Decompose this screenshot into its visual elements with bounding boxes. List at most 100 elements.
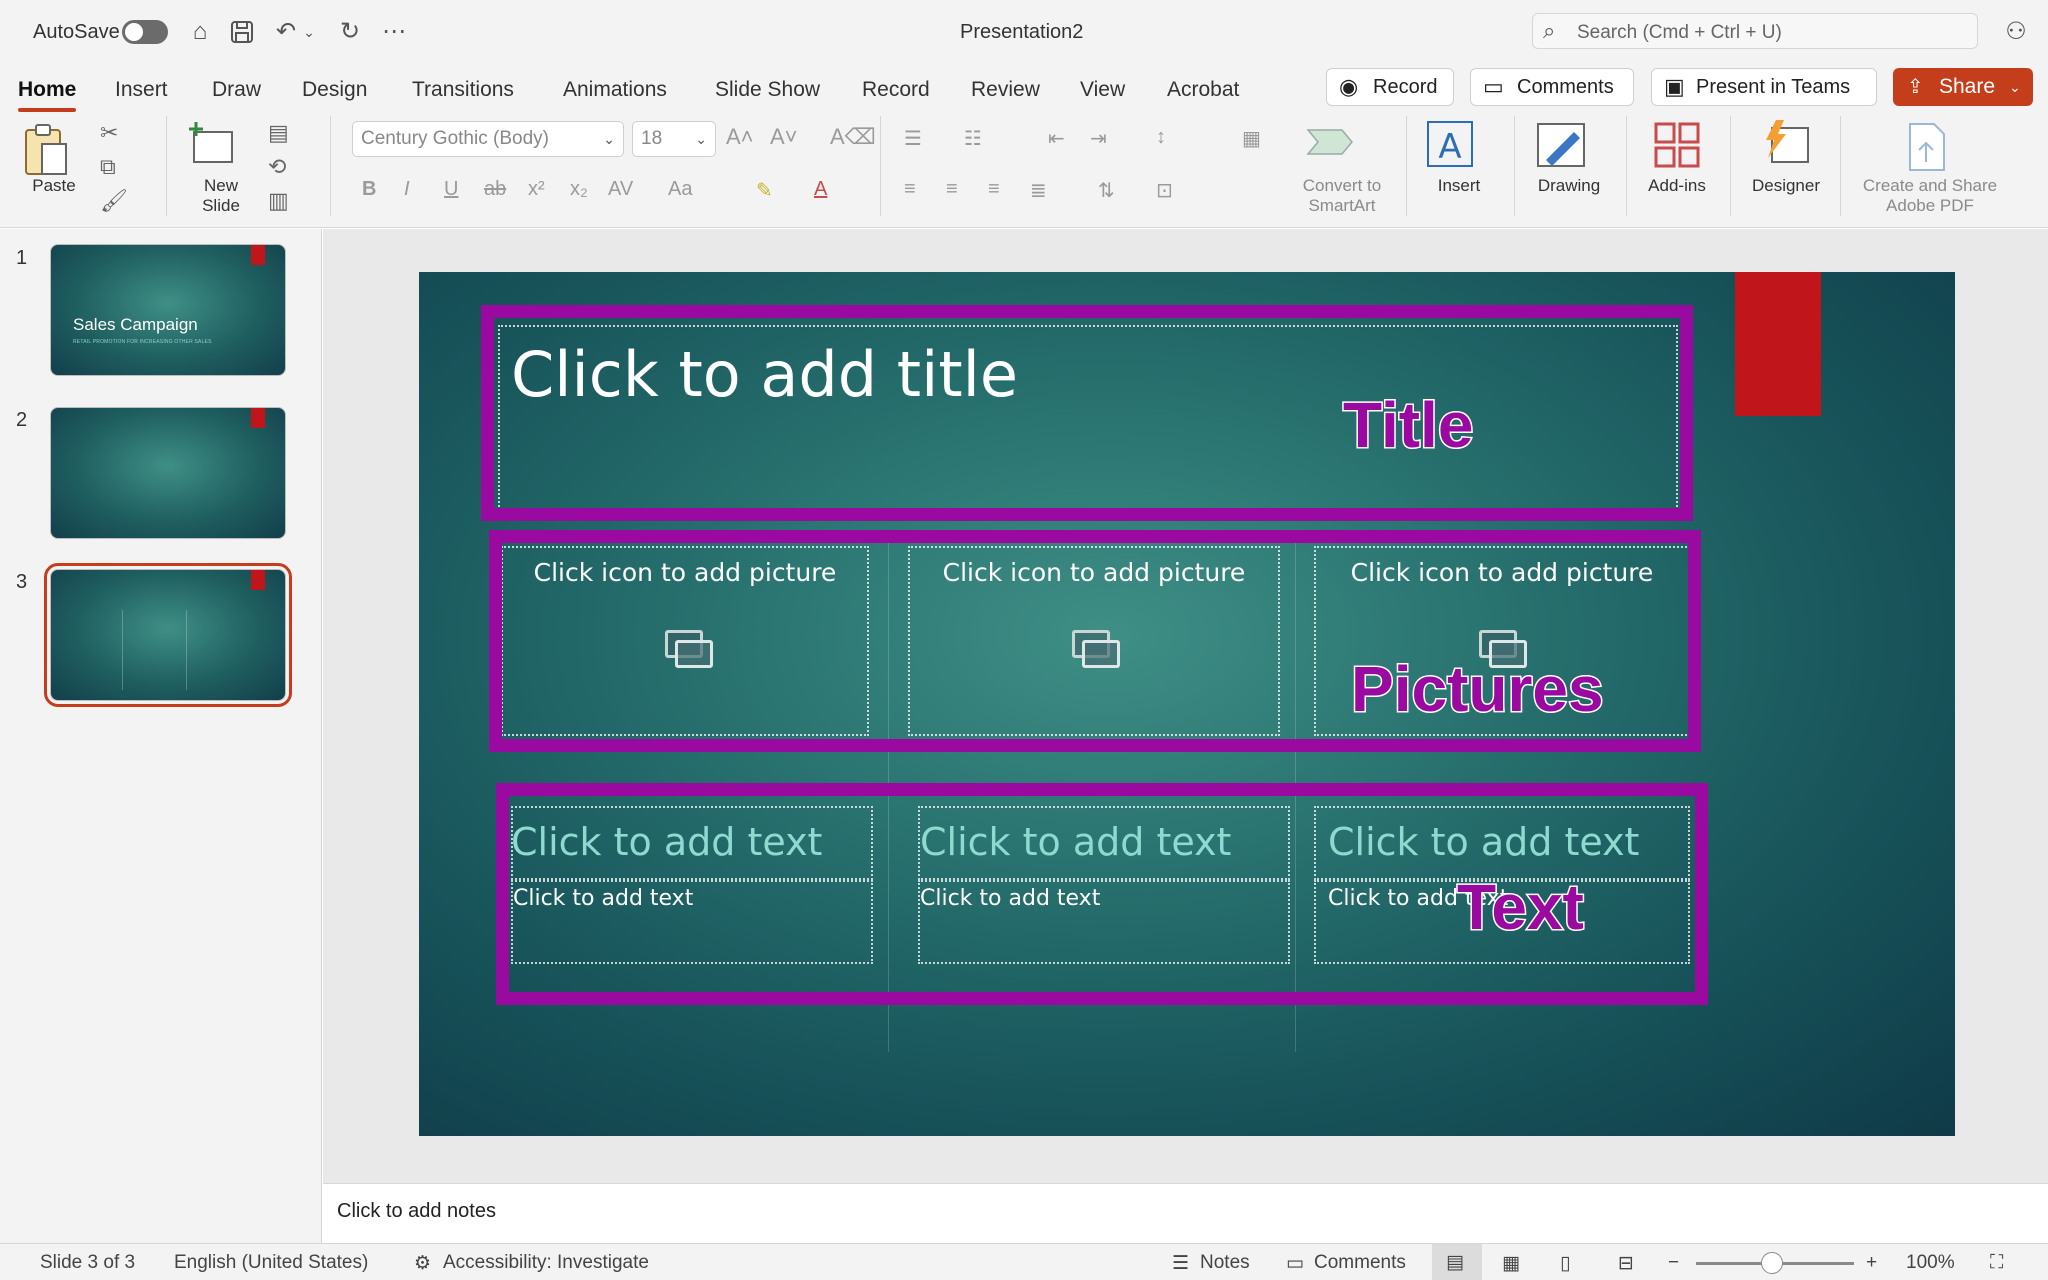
more-icon[interactable]: ⋯	[378, 16, 410, 48]
format-painter-icon[interactable]: 🖌	[100, 188, 128, 214]
tab-design[interactable]: Design	[302, 72, 367, 108]
search-input[interactable]: ⌕ Search (Cmd + Ctrl + U)	[1532, 13, 1978, 49]
notes-pane[interactable]: Click to add notes	[323, 1183, 2048, 1243]
superscript-icon[interactable]: x²	[528, 178, 545, 201]
justify-icon[interactable]: ≣	[1030, 178, 1047, 203]
clear-format-icon[interactable]: A⌫	[830, 124, 876, 150]
strikethrough-icon[interactable]: ab	[484, 178, 506, 201]
insert-label[interactable]: Insert	[1426, 176, 1492, 196]
tab-record[interactable]: Record	[862, 72, 930, 108]
adobe-pdf-icon[interactable]	[1906, 122, 1946, 172]
text-direction-icon[interactable]: ⇅	[1098, 178, 1115, 203]
share-people-icon[interactable]: ⚇	[2000, 16, 2032, 48]
zoom-slider-handle[interactable]	[1761, 1252, 1783, 1274]
smartart-icon[interactable]	[1306, 124, 1354, 160]
font-name-select[interactable]: Century Gothic (Body) ⌄	[352, 121, 624, 157]
adobe-label[interactable]: Create and Share Adobe PDF	[1852, 176, 2008, 216]
undo-dropdown-icon[interactable]: ⌄	[300, 16, 318, 48]
autosave-toggle[interactable]	[122, 20, 168, 44]
addins-label[interactable]: Add-ins	[1640, 176, 1714, 196]
paste-label[interactable]: Paste	[20, 176, 88, 196]
slide-thumbnails-pane: 1 Sales Campaign RETAIL PROMOTION FOR IN…	[0, 229, 322, 1243]
line-spacing-icon[interactable]: ↕	[1156, 126, 1166, 149]
align-left-icon[interactable]: ≡	[904, 178, 916, 201]
italic-icon[interactable]: I	[404, 178, 410, 201]
slide-thumbnail-2[interactable]	[50, 407, 286, 539]
section-icon[interactable]: ▥	[268, 188, 289, 214]
slide-thumbnail-3[interactable]	[44, 563, 292, 707]
bold-icon[interactable]: B	[362, 178, 376, 201]
decrease-indent-icon[interactable]: ⇤	[1048, 126, 1065, 151]
zoom-out-icon[interactable]: −	[1668, 1252, 1679, 1274]
char-spacing-icon[interactable]: AV	[608, 178, 633, 201]
align-center-icon[interactable]: ≡	[946, 178, 958, 201]
undo-icon[interactable]: ↶	[270, 16, 302, 48]
drawing-label[interactable]: Drawing	[1528, 176, 1610, 196]
share-button[interactable]: ⇪ Share ⌄	[1893, 68, 2033, 106]
columns-icon[interactable]: ▦	[1242, 126, 1261, 151]
cut-icon[interactable]: ✂	[100, 120, 118, 146]
tab-insert[interactable]: Insert	[115, 72, 168, 108]
slide-thumbnail-1[interactable]: Sales Campaign RETAIL PROMOTION FOR INCR…	[50, 244, 286, 376]
change-case-icon[interactable]: Aa	[668, 178, 692, 201]
designer-icon[interactable]	[1758, 118, 1812, 170]
comments-button[interactable]: ▭ Comments	[1470, 68, 1634, 106]
align-right-icon[interactable]: ≡	[988, 178, 1000, 201]
copy-icon[interactable]: ⧉	[100, 154, 116, 180]
tab-slide-show[interactable]: Slide Show	[715, 72, 820, 108]
home-icon[interactable]: ⌂	[184, 16, 216, 48]
accessibility-status[interactable]: Accessibility: Investigate	[443, 1252, 649, 1274]
share-icon: ⇪	[1907, 76, 1924, 98]
subscript-icon[interactable]: x₂	[570, 178, 588, 201]
drawing-icon[interactable]	[1536, 120, 1588, 172]
record-button[interactable]: ◉ Record	[1326, 68, 1454, 106]
notes-toggle[interactable]: Notes	[1200, 1252, 1250, 1274]
numbering-icon[interactable]: ☷	[964, 126, 982, 151]
redo-icon[interactable]: ↻	[334, 16, 366, 48]
zoom-in-icon[interactable]: +	[1866, 1252, 1877, 1274]
reset-icon[interactable]: ⟲	[268, 154, 286, 180]
font-size-select[interactable]: 18 ⌄	[632, 121, 716, 157]
notes-icon: ☰	[1172, 1253, 1190, 1274]
present-in-teams-button[interactable]: ▣ Present in Teams	[1651, 68, 1877, 106]
tab-draw[interactable]: Draw	[212, 72, 261, 108]
accessibility-icon: ⚙	[414, 1253, 432, 1274]
pictures-annotation-label: Pictures	[1350, 652, 1606, 727]
zoom-level[interactable]: 100%	[1906, 1252, 1955, 1274]
tab-animations[interactable]: Animations	[563, 72, 667, 108]
increase-indent-icon[interactable]: ⇥	[1090, 126, 1107, 151]
save-icon[interactable]	[226, 16, 258, 48]
bullets-icon[interactable]: ☰	[904, 126, 922, 151]
ribbon: Paste ✂ ⧉ 🖌 New Slide ▤ ⟲ ▥ Century Goth…	[0, 116, 2048, 228]
convert-smartart-label[interactable]: Convert to SmartArt	[1286, 176, 1398, 216]
tab-review[interactable]: Review	[971, 72, 1040, 108]
tab-home[interactable]: Home	[18, 72, 77, 112]
new-slide-icon[interactable]	[188, 120, 238, 168]
normal-view-button[interactable]: ▤	[1432, 1244, 1482, 1280]
highlight-icon[interactable]: ✎	[756, 178, 773, 203]
slideshow-icon[interactable]: ⊟	[1618, 1252, 1634, 1275]
comment-icon: ▭	[1286, 1253, 1304, 1274]
new-slide-label[interactable]: New Slide	[190, 176, 252, 216]
fit-to-window-icon[interactable]: ⛶	[1990, 1252, 2003, 1274]
title-annotation-label: Title	[1341, 388, 1474, 463]
window-title: Presentation2	[960, 21, 1084, 43]
tab-transitions[interactable]: Transitions	[412, 72, 514, 108]
tab-acrobat[interactable]: Acrobat	[1167, 72, 1239, 108]
decrease-font-icon[interactable]: A˅	[770, 124, 798, 150]
addins-icon[interactable]	[1652, 120, 1702, 170]
underline-icon[interactable]: U	[444, 178, 458, 201]
notes-placeholder: Click to add notes	[337, 1200, 496, 1222]
designer-label[interactable]: Designer	[1744, 176, 1828, 196]
increase-font-icon[interactable]: A˄	[726, 124, 754, 150]
tab-view[interactable]: View	[1080, 72, 1125, 108]
comments-toggle[interactable]: Comments	[1314, 1252, 1406, 1274]
slide-sorter-icon[interactable]: ▦	[1502, 1252, 1520, 1275]
insert-textbox-icon[interactable]: A	[1426, 120, 1476, 172]
font-color-icon[interactable]: A	[814, 178, 827, 201]
language-indicator[interactable]: English (United States)	[174, 1252, 368, 1274]
paste-icon[interactable]	[22, 122, 70, 178]
layout-icon[interactable]: ▤	[268, 120, 289, 146]
align-text-icon[interactable]: ⊡	[1156, 178, 1173, 203]
reading-view-icon[interactable]: ▯	[1560, 1252, 1570, 1275]
